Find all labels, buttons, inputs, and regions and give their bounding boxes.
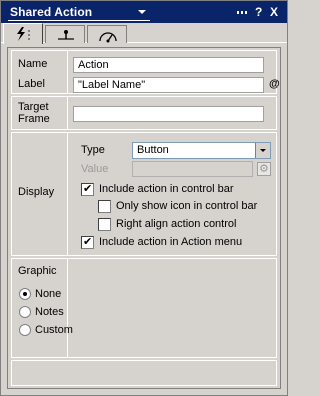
- value-label: Value: [81, 163, 109, 175]
- tab-strip: [1, 23, 287, 44]
- tab-appearance[interactable]: [87, 25, 127, 43]
- type-label: Type: [81, 144, 105, 156]
- include-action-menu-label: Include action in Action menu: [99, 236, 243, 248]
- right-align-label: Right align action control: [116, 218, 237, 230]
- display-label: Display: [18, 186, 55, 198]
- insert-variable-button[interactable]: @: [269, 78, 280, 90]
- graphic-none-radio[interactable]: [19, 288, 31, 300]
- graphic-custom-radio[interactable]: [19, 324, 31, 336]
- panel-title[interactable]: Shared Action: [10, 5, 92, 19]
- shared-action-panel: Shared Action ? X Name Action Label "Lab…: [0, 0, 288, 396]
- general-section: Name Action Label "Label Name" @: [11, 50, 280, 94]
- target-frame-field[interactable]: [73, 106, 264, 122]
- lightning-icon: [17, 27, 30, 41]
- value-field: [132, 161, 253, 177]
- status-strip: [11, 360, 277, 386]
- target-section: Target Frame: [11, 96, 277, 130]
- target-frame-label-line2: Frame: [18, 113, 50, 125]
- name-field[interactable]: Action: [73, 57, 264, 73]
- graphic-section: Graphic None Notes Custom: [11, 258, 277, 358]
- icon-only-checkbox[interactable]: [98, 200, 111, 213]
- title-dropdown-icon[interactable]: [138, 10, 146, 14]
- graphic-notes-radio[interactable]: [19, 306, 31, 318]
- type-select-value: Button: [137, 144, 169, 156]
- close-button[interactable]: X: [270, 4, 278, 20]
- minimize-icon[interactable]: [237, 11, 248, 15]
- type-select[interactable]: Button: [132, 142, 271, 159]
- right-align-checkbox[interactable]: [98, 218, 111, 231]
- tab-action[interactable]: [3, 23, 43, 44]
- title-underline: [8, 20, 150, 21]
- graphic-notes-label: Notes: [35, 306, 64, 318]
- gauge-icon: [99, 32, 117, 43]
- display-section: Display Type Button Value Include action…: [11, 132, 277, 256]
- icon-only-label: Only show icon in control bar: [116, 200, 258, 212]
- include-control-bar-checkbox[interactable]: [81, 182, 94, 196]
- target-frame-label: Target Frame: [18, 101, 58, 125]
- graphic-label: Graphic: [18, 265, 57, 277]
- name-label: Name: [18, 58, 48, 70]
- help-button[interactable]: ?: [255, 4, 262, 20]
- label-label: Label: [18, 78, 45, 90]
- label-field[interactable]: "Label Name": [73, 77, 264, 93]
- chevron-down-icon[interactable]: [255, 143, 270, 158]
- target-frame-label-line1: Target: [18, 101, 49, 113]
- graphic-custom-label: Custom: [35, 324, 73, 336]
- content-area: Name Action Label "Label Name" @ Target F…: [7, 47, 281, 389]
- graphic-none-label: None: [35, 288, 62, 300]
- title-bar[interactable]: Shared Action ? X: [1, 1, 287, 23]
- pin-icon: [58, 30, 74, 40]
- tab-event[interactable]: [45, 25, 85, 43]
- include-action-menu-checkbox[interactable]: [81, 235, 94, 249]
- include-control-bar-label: Include action in control bar: [99, 183, 234, 195]
- gear-icon: [257, 162, 271, 176]
